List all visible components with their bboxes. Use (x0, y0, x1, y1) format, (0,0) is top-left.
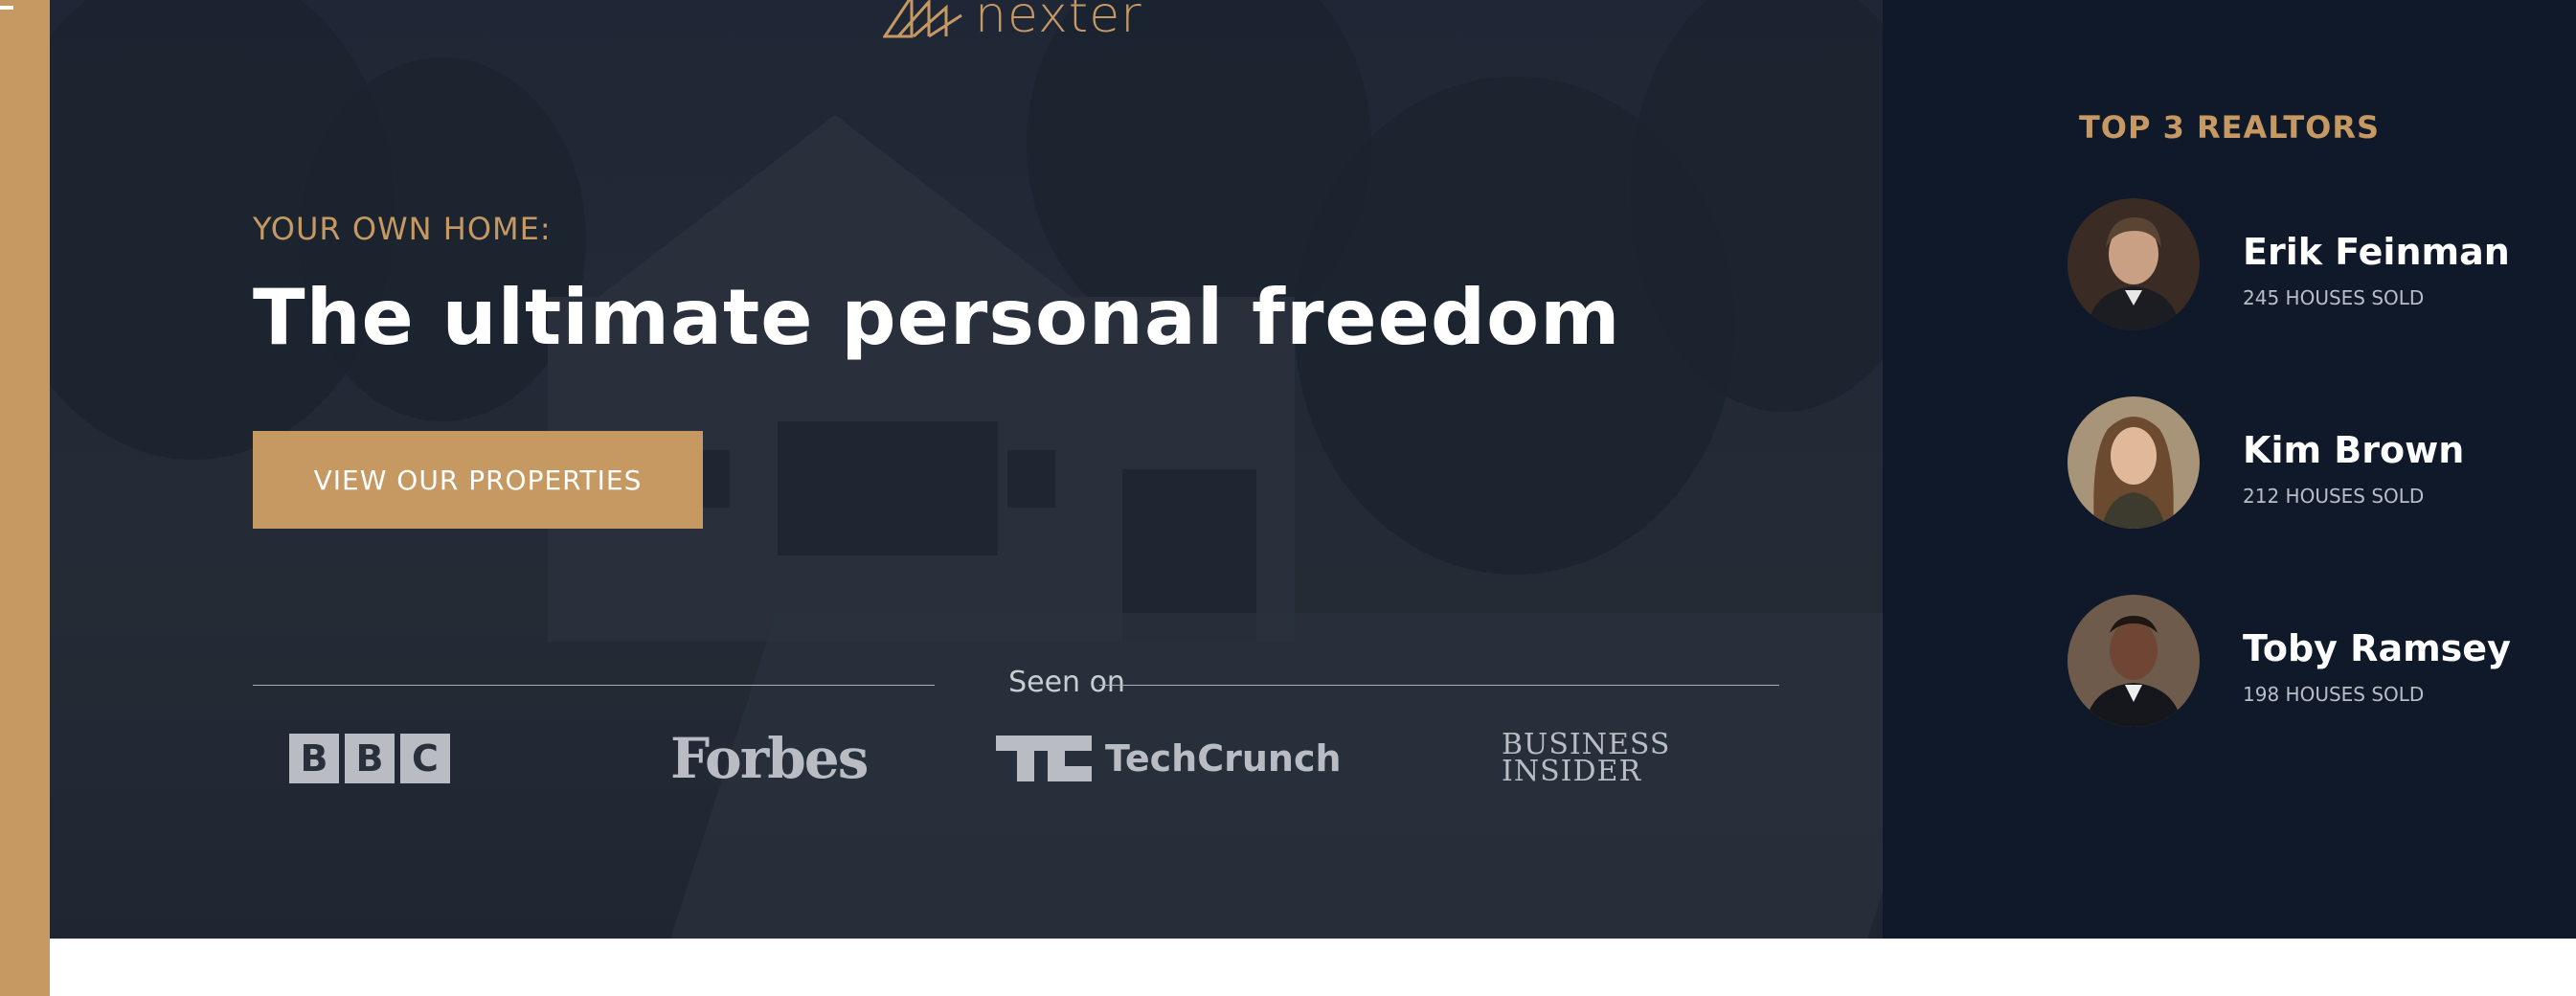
top-realtors-panel: TOP 3 REALTORS Erik Feinman 245 HOUSES S… (1883, 0, 2576, 939)
realtor-name: Kim Brown (2243, 429, 2465, 471)
nexter-logo[interactable]: nexter (883, 0, 1142, 44)
business-insider-logo: BUSINESS INSIDER (1502, 728, 1670, 789)
logo-text: nexter (975, 0, 1142, 44)
techcrunch-logo: TechCrunch (996, 728, 1342, 789)
logo-mark-icon (883, 0, 962, 38)
hero-headline: The ultimate personal freedom (253, 273, 1621, 362)
realtor-houses-sold: 245 HOUSES SOLD (2243, 286, 2425, 309)
avatar (2068, 396, 2200, 529)
forbes-logo: Forbes (670, 726, 869, 791)
realtor-name: Erik Feinman (2243, 231, 2510, 273)
techcrunch-wordmark: TechCrunch (1105, 737, 1342, 780)
avatar (2068, 198, 2200, 330)
sidebar (0, 0, 50, 996)
menu-icon[interactable] (0, 6, 13, 10)
realtor-item[interactable]: Erik Feinman 245 HOUSES SOLD (2068, 198, 2565, 332)
bbc-letter: B (289, 734, 339, 783)
realtor-item[interactable]: Toby Ramsey 198 HOUSES SOLD (2068, 595, 2565, 729)
avatar (2068, 595, 2200, 727)
forbes-wordmark: Forbes (670, 726, 869, 791)
realtor-houses-sold: 198 HOUSES SOLD (2243, 683, 2425, 706)
realtor-houses-sold: 212 HOUSES SOLD (2243, 485, 2425, 508)
bbc-letter: B (345, 734, 395, 783)
realtor-item[interactable]: Kim Brown 212 HOUSES SOLD (2068, 396, 2565, 531)
seen-on-divider: Seen on (253, 664, 1779, 708)
hero-section: nexter YOUR OWN HOME: The ultimate perso… (50, 0, 1883, 939)
techcrunch-mark-icon (996, 736, 1092, 781)
realtor-name: Toby Ramsey (2243, 627, 2511, 669)
view-properties-button[interactable]: VIEW OUR PROPERTIES (253, 431, 703, 529)
bbc-letter: C (400, 734, 450, 783)
realtors-title: TOP 3 REALTORS (2078, 109, 2381, 146)
bbc-logo: B B C (289, 728, 456, 789)
hero-eyebrow: YOUR OWN HOME: (253, 211, 552, 247)
business-insider-line2: INSIDER (1502, 755, 1642, 788)
divider-line-left (253, 685, 935, 686)
seen-on-label: Seen on (1008, 666, 1125, 699)
divider-line-right (1099, 685, 1779, 686)
